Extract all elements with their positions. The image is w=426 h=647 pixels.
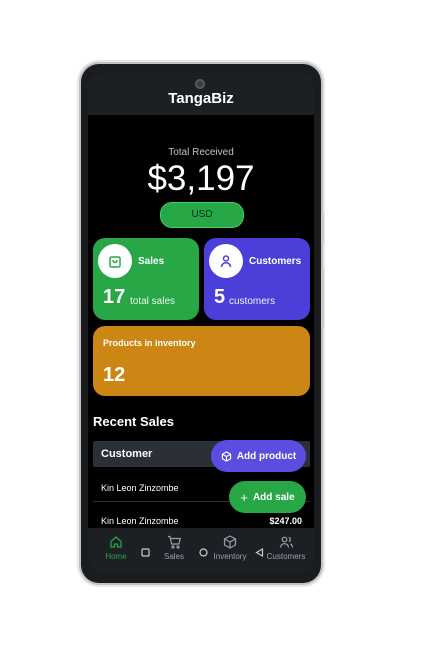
- nav-customers[interactable]: Customers: [262, 535, 310, 561]
- inventory-count: 12: [103, 364, 126, 386]
- customers-count-label: customers: [229, 296, 276, 307]
- bottom-navigation: Home Sales Inventory Customers: [88, 528, 314, 573]
- nav-home[interactable]: Home: [92, 535, 140, 561]
- customers-card-title: Customers: [249, 256, 302, 267]
- column-customer: Customer: [101, 448, 153, 460]
- camera-icon: [195, 79, 205, 89]
- sales-count: 17: [103, 286, 126, 308]
- add-product-label: Add product: [236, 450, 297, 462]
- cart-icon: [167, 535, 181, 549]
- total-received-label: Total Received: [168, 147, 234, 158]
- user-icon: [209, 244, 243, 278]
- add-sale-button[interactable]: + Add sale: [229, 481, 306, 513]
- currency-button[interactable]: USD: [160, 202, 244, 228]
- inventory-card[interactable]: Products in inventory 12: [93, 326, 310, 396]
- customers-card[interactable]: Customers 5 customers: [204, 238, 310, 320]
- nav-inventory[interactable]: Inventory: [206, 535, 254, 561]
- add-sale-label: Add sale: [252, 491, 295, 503]
- add-product-button[interactable]: Add product: [211, 440, 306, 472]
- power-button: [321, 269, 324, 329]
- row-amount: $247.00: [269, 516, 302, 526]
- app-screen: TangaBiz Total Received $3,197 USD Sales…: [88, 73, 314, 573]
- app-title: TangaBiz: [168, 90, 234, 107]
- row-customer: Kin Leon Zinzombe: [101, 516, 179, 526]
- nav-sales-label: Sales: [163, 552, 184, 561]
- box-icon: [223, 535, 237, 549]
- users-icon: [279, 536, 293, 548]
- home-icon: [110, 536, 122, 548]
- volume-button: [321, 214, 324, 244]
- sales-count-label: total sales: [130, 296, 176, 307]
- app-header: TangaBiz: [88, 73, 314, 115]
- customers-count: 5: [214, 286, 226, 308]
- system-recents-button[interactable]: [141, 548, 150, 559]
- nav-home-label: Home: [105, 552, 127, 561]
- inventory-card-title: Products in inventory: [103, 338, 196, 348]
- shopping-bag-icon: [98, 244, 132, 278]
- row-customer: Kin Leon Zinzombe: [101, 483, 179, 493]
- recent-sales-title: Recent Sales: [93, 414, 174, 429]
- sales-card[interactable]: Sales 17 total sales: [93, 238, 199, 320]
- nav-sales[interactable]: Sales: [150, 535, 198, 561]
- nav-inventory-label: Inventory: [213, 552, 247, 561]
- box-icon: [221, 450, 231, 462]
- plus-icon: +: [240, 489, 248, 505]
- total-received-amount: $3,197: [147, 159, 255, 198]
- sales-card-title: Sales: [138, 256, 165, 267]
- nav-customers-label: Customers: [266, 552, 306, 561]
- phone-frame: TangaBiz Total Received $3,197 USD Sales…: [81, 64, 324, 583]
